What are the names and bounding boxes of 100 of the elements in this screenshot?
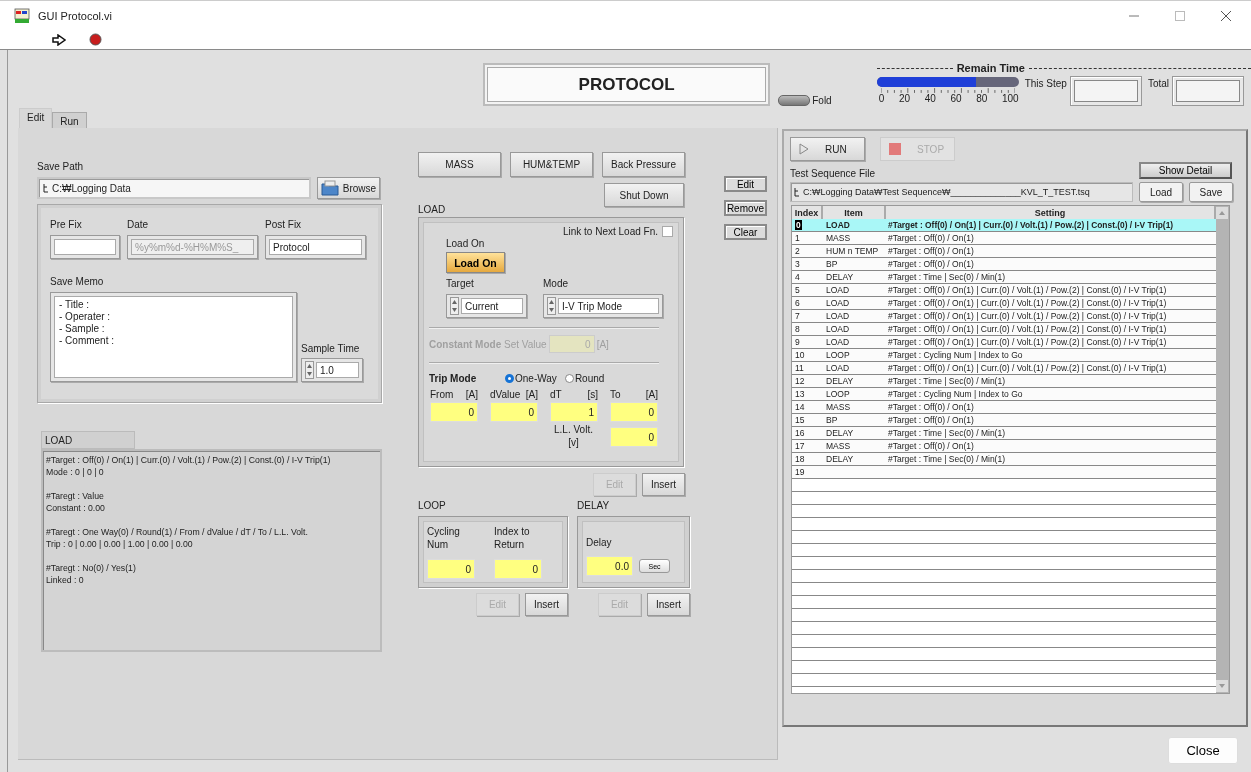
table-cell: LOAD bbox=[826, 363, 850, 373]
tick-label: 80 bbox=[976, 93, 988, 104]
table-row[interactable]: 4 DELAY #Target : Time | Sec(0) / Min(1) bbox=[792, 271, 1216, 284]
table-row[interactable]: 12 DELAY #Target : Time | Sec(0) / Min(1) bbox=[792, 375, 1216, 388]
function-button[interactable]: Shut Down bbox=[604, 183, 684, 207]
mode-selector[interactable]: I-V Trip Mode bbox=[543, 294, 663, 318]
table-cell: #Target : Cycling Num | Index to Go bbox=[888, 350, 1023, 360]
table-cell: 7 bbox=[795, 311, 800, 321]
table-row[interactable]: 10 LOOP #Target : Cycling Num | Index to Go bbox=[792, 349, 1216, 362]
table-cell: #Target : Off(0) / On(1) bbox=[888, 415, 974, 425]
table-cell: LOAD bbox=[826, 220, 850, 230]
number-field[interactable]: 0 bbox=[494, 559, 542, 579]
sample-time-field[interactable]: 1.0 bbox=[301, 358, 363, 382]
table-row[interactable]: 13 LOOP #Target : Cycling Num | Index to Go bbox=[792, 388, 1216, 401]
tick-label: 60 bbox=[950, 93, 962, 104]
load-on-button[interactable]: Load On bbox=[446, 252, 505, 273]
list-button[interactable]: Clear bbox=[724, 224, 767, 240]
table-row[interactable]: 5 LOAD #Target : Off(0) / On(1) | Curr.(0) / Volt.(1) / Pow.(2) | Const.(0) / I-V Trip(1) bbox=[792, 284, 1216, 297]
table-row[interactable]: 16 DELAY #Target : Time | Sec(0) / Min(1) bbox=[792, 427, 1216, 440]
table-cell: #Target : Off(0) / On(1) bbox=[888, 246, 974, 256]
unit-label: [s] bbox=[587, 389, 598, 400]
radio-button[interactable] bbox=[564, 374, 574, 383]
table-row[interactable]: 15 BP #Target : Off(0) / On(1) bbox=[792, 414, 1216, 427]
prefix-field[interactable] bbox=[50, 235, 120, 259]
action-button[interactable]: Insert bbox=[525, 593, 568, 616]
load-file-button[interactable]: Load bbox=[1139, 182, 1183, 202]
window-title: GUI Protocol.vi bbox=[38, 9, 112, 22]
target-selector[interactable]: Current bbox=[446, 294, 527, 318]
number-field[interactable]: 0 bbox=[490, 402, 538, 422]
table-row[interactable]: 6 LOAD #Target : Off(0) / On(1) | Curr.(0) / Volt.(1) / Pow.(2) | Const.(0) / I-V Trip(1) bbox=[792, 297, 1216, 310]
stop-square-icon bbox=[889, 143, 901, 155]
table-row[interactable]: 2 HUM n TEMP #Target : Off(0) / On(1) bbox=[792, 245, 1216, 258]
table-row[interactable]: 1 MASS #Target : Off(0) / On(1) bbox=[792, 232, 1216, 245]
show-detail-button[interactable]: Show Detail bbox=[1139, 162, 1232, 179]
close-icon[interactable] bbox=[1221, 10, 1231, 21]
table-cell: #Target : Cycling Num | Index to Go bbox=[888, 389, 1023, 399]
tab[interactable]: Edit bbox=[19, 108, 53, 128]
table-cell: 5 bbox=[795, 285, 800, 295]
table-row[interactable]: 14 MASS #Target : Off(0) / On(1) bbox=[792, 401, 1216, 414]
action-button[interactable]: Insert bbox=[647, 593, 690, 616]
loop-section-label: LOOP bbox=[418, 500, 447, 511]
number-field[interactable]: 1 bbox=[550, 402, 598, 422]
table-row[interactable]: 18 DELAY #Target : Time | Sec(0) / Min(1) bbox=[792, 453, 1216, 466]
table-row[interactable]: 19 bbox=[792, 466, 1216, 479]
sequence-file-field[interactable]: C:₩Logging Data₩Test Sequence₩______________KVL_T_TEST.tsq bbox=[790, 182, 1133, 202]
spinner-arrows-icon[interactable] bbox=[305, 361, 314, 379]
table-cell: MASS bbox=[826, 233, 851, 243]
fold-toggle[interactable] bbox=[778, 95, 811, 106]
link-checkbox[interactable] bbox=[662, 226, 673, 237]
table-cell: #Target : Time | Sec(0) / Min(1) bbox=[888, 376, 1005, 386]
function-button[interactable]: Back Pressure bbox=[602, 152, 685, 177]
field-label: From bbox=[430, 389, 454, 400]
table-cell: #Target : Off(0) / On(1) | Curr.(0) / Volt.(1) / Pow.(2) | Const.(0) / I-V Trip(1) bbox=[888, 311, 1167, 321]
tab[interactable]: Run bbox=[52, 112, 87, 128]
ll-volt-label: L.L. Volt. [v] bbox=[553, 423, 594, 449]
number-field[interactable]: 0 bbox=[610, 402, 658, 422]
table-cell: LOAD bbox=[826, 337, 850, 347]
close-button[interactable]: Close bbox=[1168, 737, 1238, 764]
tick-label: 40 bbox=[924, 93, 936, 104]
tick-label: 0 bbox=[878, 93, 885, 104]
table-row[interactable]: 3 BP #Target : Off(0) / On(1) bbox=[792, 258, 1216, 271]
function-button[interactable]: MASS bbox=[418, 152, 501, 177]
table-cell: DELAY bbox=[826, 272, 854, 282]
number-field[interactable]: 0 bbox=[430, 402, 478, 422]
folder-icon bbox=[320, 180, 339, 196]
table-row[interactable]: 0 LOAD #Target : Off(0) / On(1) | Curr.(0) / Volt.(1) / Pow.(2) | Const.(0) / I-V Trip(1) bbox=[792, 219, 1216, 232]
table-row[interactable]: 8 LOAD #Target : Off(0) / On(1) | Curr.(0) / Volt.(1) / Pow.(2) | Const.(0) / I-V Trip(1) bbox=[792, 323, 1216, 336]
number-field[interactable]: 0 bbox=[427, 559, 475, 579]
action-button[interactable]: Insert bbox=[642, 473, 685, 496]
function-button[interactable]: HUM&TEMP bbox=[510, 152, 593, 177]
protocol-title: PROTOCOL bbox=[483, 63, 771, 106]
table-cell: #Target : Off(0) / On(1) | Curr.(0) / Volt.(1) / Pow.(2) | Const.(0) / I-V Trip(1) bbox=[888, 285, 1167, 295]
table-row[interactable]: 17 MASS #Target : Off(0) / On(1) bbox=[792, 440, 1216, 453]
table-cell: 3 bbox=[795, 259, 800, 269]
run-button[interactable]: RUN bbox=[790, 137, 865, 161]
save-file-button[interactable]: Save bbox=[1189, 182, 1233, 202]
table-row[interactable]: 7 LOAD #Target : Off(0) / On(1) | Curr.(0) / Volt.(1) / Pow.(2) | Const.(0) / I-V Trip(1) bbox=[792, 310, 1216, 323]
browse-button[interactable]: Browse bbox=[317, 177, 380, 199]
stop-icon[interactable] bbox=[89, 33, 102, 46]
table-row[interactable]: 9 LOAD #Target : Off(0) / On(1) | Curr.(0) / Volt.(1) / Pow.(2) | Const.(0) / I-V Trip(1) bbox=[792, 336, 1216, 349]
detail-text: #Target : Off(0) / On(1) | Curr.(0) / Volt.(1) / Pow.(2) | Const.(0) / I-V Trip(1) Mode : 0 | 0 | 0 bbox=[46, 454, 332, 478]
delay-field[interactable]: 0.0 bbox=[586, 556, 633, 576]
radio-button[interactable] bbox=[505, 374, 514, 383]
table-cell: 14 bbox=[795, 402, 805, 412]
save-memo-field[interactable]: - Title : - Operater : - Sample : - Comment : bbox=[50, 292, 297, 382]
number-field[interactable]: 0 bbox=[610, 427, 658, 447]
spinner-arrows-icon[interactable] bbox=[450, 297, 459, 315]
table-cell: 4 bbox=[795, 272, 800, 282]
table-cell: #Target : Off(0) / On(1) | Curr.(0) / Volt.(1) / Pow.(2) | Const.(0) / I-V Trip(1) bbox=[888, 337, 1167, 347]
postfix-field[interactable]: Protocol bbox=[265, 235, 366, 259]
run-arrow-icon[interactable] bbox=[52, 33, 66, 46]
save-path-field[interactable]: C:₩Logging Data bbox=[37, 177, 311, 199]
spinner-arrows-icon[interactable] bbox=[547, 297, 556, 315]
tick-label: 20 bbox=[898, 93, 910, 104]
list-button[interactable]: Remove bbox=[724, 200, 767, 216]
table-cell: LOAD bbox=[826, 311, 850, 321]
list-button[interactable]: Edit bbox=[724, 176, 767, 192]
load-section-label: LOAD bbox=[418, 204, 446, 215]
table-cell: 8 bbox=[795, 324, 800, 334]
table-row[interactable]: 11 LOAD #Target : Off(0) / On(1) | Curr.(0) / Volt.(1) / Pow.(2) | Const.(0) / I-V Trip(1) bbox=[792, 362, 1216, 375]
